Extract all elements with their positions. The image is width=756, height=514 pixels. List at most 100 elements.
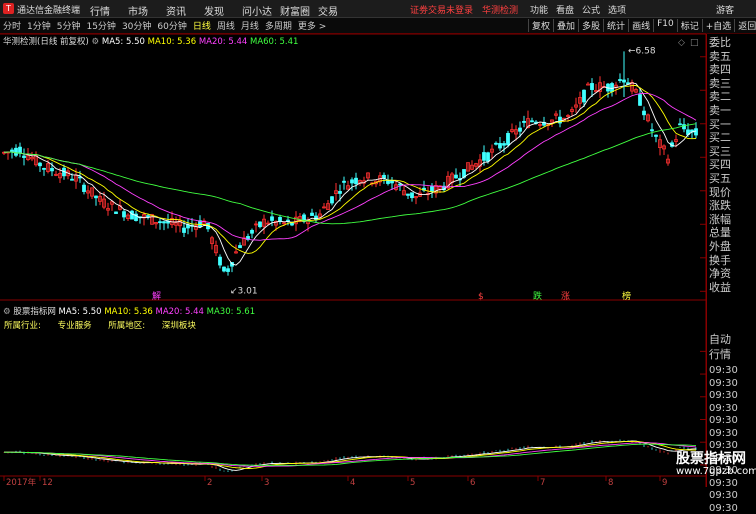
candle-body — [250, 229, 254, 234]
tick-time: 09:30 — [709, 415, 738, 426]
candle-body — [486, 152, 490, 162]
candle-body — [114, 211, 118, 214]
quote-item: 外盘 — [709, 240, 731, 253]
guest-account[interactable]: 游客 — [716, 3, 734, 16]
tick-time: 09:30 — [709, 490, 738, 501]
quote-label: 行情 — [709, 348, 731, 361]
low-price-label: ↙3.01 — [230, 287, 258, 297]
candle-body — [502, 143, 506, 146]
quote-item: 买五 — [709, 172, 731, 185]
candle-body — [222, 266, 226, 272]
candle-body — [518, 127, 522, 132]
diamond-icon: ◇ — [678, 38, 685, 48]
watermark-url: www.7gpzb.com — [676, 466, 756, 477]
x-tick-label: 9 — [662, 478, 667, 487]
ma5-label: MA5: 5.50 — [101, 37, 145, 47]
candle-body — [530, 120, 534, 123]
quote-item: 买三 — [709, 144, 731, 158]
sub-ma10-label: MA10: 5.36 — [104, 307, 153, 317]
event-marker: 涨 — [561, 291, 570, 302]
quote-item: 委比 — [709, 36, 731, 49]
candle-body — [94, 195, 98, 199]
main-chart-title: 华测检测(日线 前复权) — [3, 37, 89, 47]
quote-item: 涨幅 — [709, 212, 731, 226]
candle-body — [270, 216, 274, 221]
candle-body — [522, 120, 526, 123]
candle-body — [14, 147, 18, 156]
settings-icon[interactable]: ⚙ — [92, 37, 100, 47]
x-tick-label: 12 — [42, 478, 53, 487]
region-label: 所属地区: — [108, 321, 146, 331]
candle-body — [342, 180, 346, 183]
candle-body — [42, 167, 46, 170]
candle-body — [410, 192, 414, 199]
quote-item: 卖五 — [709, 49, 731, 63]
quote-item: 涨跌 — [709, 199, 731, 213]
tick-time: 09:30 — [709, 390, 738, 401]
candle-body — [338, 191, 342, 194]
candle-body — [506, 133, 510, 146]
ma10-label: MA10: 5.36 — [147, 37, 197, 47]
candle-body — [454, 174, 458, 179]
high-price-label: ←6.58 — [628, 46, 656, 56]
quote-item: 总量 — [709, 226, 731, 240]
region-value: 深圳板块 — [161, 321, 196, 331]
square-icon: □ — [690, 38, 699, 48]
x-tick-label: 4 — [350, 478, 355, 487]
x-tick-label: 2 — [207, 478, 212, 487]
event-marker: 解 — [152, 290, 161, 302]
tick-time: 09:30 — [709, 402, 738, 414]
watermark-title: 股票指标网 — [676, 451, 746, 467]
ma10-line — [3, 85, 697, 254]
candle-body — [618, 79, 622, 81]
x-tick-label: 2017年 — [6, 477, 37, 487]
x-tick-label: 7 — [540, 478, 545, 487]
ma20-label: MA20: 5.44 — [198, 37, 248, 47]
tick-time: 09:30 — [709, 365, 738, 376]
ma60-label: MA60: 5.41 — [249, 37, 299, 47]
event-marker: $ — [478, 292, 484, 302]
settings-icon[interactable]: ⚙ — [3, 307, 11, 317]
candle-body — [226, 268, 230, 272]
ma5-line — [3, 82, 697, 266]
candle-body — [122, 211, 126, 218]
candle-body — [430, 185, 434, 193]
x-tick-label: 5 — [410, 478, 415, 487]
candle-body — [70, 178, 74, 181]
quote-panel: 委比 卖五 卖四 卖三 卖二 卖一 买一 买二 买三 买四 买五 现价 涨跌 涨幅 总量 外盘 换手 净资 收益 自… — [706, 34, 756, 514]
ma20-line — [3, 92, 697, 241]
candle-body — [162, 221, 166, 224]
candle-body — [638, 94, 642, 106]
main-chart-legend: 华测检测(日线 前复权) ⚙ MA5: 5.50 MA10: 5.36 MA20… — [3, 35, 298, 47]
candle-body — [590, 83, 594, 90]
candle-body — [494, 142, 498, 145]
sub-chart-legend: ⚙ 股票指标网 MA5: 5.50 MA10: 5.36 MA20: 5.44 … — [3, 305, 255, 317]
candle-body — [238, 245, 242, 249]
candle-body — [654, 134, 658, 137]
back-button[interactable]: 返回 — [734, 19, 756, 32]
candle-body — [350, 179, 354, 184]
sub-ma5-label: MA5: 5.50 — [58, 307, 102, 317]
candle-body — [382, 174, 386, 179]
candle-body — [694, 128, 698, 136]
quote-item: 收益 — [709, 280, 731, 294]
auto-label[interactable]: 自动 — [709, 333, 731, 346]
quote-item: 卖二 — [709, 90, 731, 104]
candle-body — [146, 215, 150, 218]
tick-time: 09:30 — [709, 427, 738, 439]
candle-body — [678, 123, 682, 126]
add-watchlist-button[interactable]: +自选 — [701, 19, 735, 32]
candle-body — [482, 152, 486, 161]
kline-chart[interactable]: 6.506.005.505.004.504.003.503.0014.0012.… — [0, 0, 706, 487]
candle-body — [158, 221, 162, 224]
x-tick-label: 3 — [264, 478, 269, 487]
candle-body — [390, 180, 394, 184]
candle-body — [286, 219, 290, 222]
candle-body — [18, 146, 22, 154]
event-marker: 榜 — [622, 290, 631, 302]
stock-info-row: 所属行业: 专业服务 所属地区: 深圳板块 — [4, 319, 210, 331]
candle-body — [314, 215, 318, 221]
quote-item: 卖四 — [709, 63, 731, 77]
candle-body — [406, 193, 410, 196]
quote-item: 卖三 — [709, 76, 731, 90]
